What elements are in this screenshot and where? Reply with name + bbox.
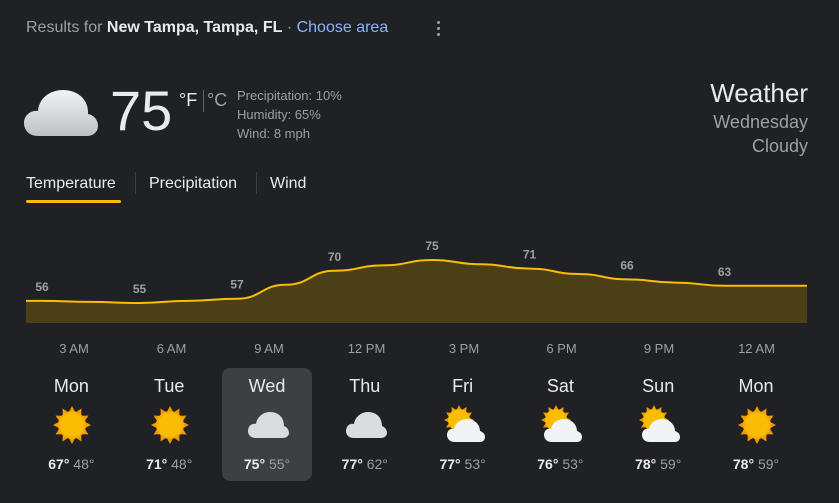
temperature-data-label: 57	[230, 278, 244, 292]
low-temperature: 53°	[464, 456, 486, 472]
partly-cloudy-icon	[638, 404, 681, 446]
day-temperatures: 78° 59°	[613, 456, 703, 472]
temperature-data-label: 71	[523, 248, 537, 262]
wind-detail: Wind: 8 mph	[237, 126, 310, 141]
day-name: Mon	[53, 376, 89, 396]
low-temperature: 59°	[757, 456, 780, 472]
day-name: Sun	[642, 376, 675, 396]
hour-label: 6 AM	[156, 341, 187, 356]
hour-label: 12 PM	[347, 341, 386, 356]
tab-divider	[256, 172, 257, 194]
results-header: Results for New Tampa, Tampa, FL · Choos…	[26, 19, 388, 37]
partly-cloudy-icon	[540, 404, 583, 446]
hour-label: 9 AM	[254, 341, 284, 356]
temperature-data-label: 66	[620, 258, 634, 272]
low-temperature: 55°	[268, 456, 291, 472]
day-temperatures: 67° 48°	[26, 456, 116, 472]
high-temperature: 75°	[243, 456, 266, 472]
day-forecast-mon[interactable]: Mon 78° 59°	[711, 368, 801, 481]
hour-label: 12 AM	[738, 341, 775, 356]
cloudy-icon	[345, 404, 387, 446]
humidity-detail: Humidity: 65%	[237, 107, 321, 122]
day-temperatures: 71° 48°	[124, 456, 214, 472]
day-temperatures: 77° 62°	[320, 456, 410, 472]
day-forecast-sat[interactable]: Sat 76° 53°	[515, 368, 605, 481]
tab-precipitation[interactable]: Precipitation	[149, 175, 237, 193]
temperature-data-label: 63	[718, 265, 732, 279]
hour-label: 3 AM	[59, 341, 89, 356]
hour-label: 6 PM	[546, 341, 577, 356]
high-temperature: 77°	[341, 456, 363, 472]
temperature-data-label: 75	[425, 239, 439, 253]
temperature-chart: 56 55 57 70 75 71 66 63	[26, 239, 807, 323]
low-temperature: 48°	[171, 456, 193, 472]
current-day: Wednesday	[713, 112, 808, 132]
low-temperature: 53°	[562, 456, 584, 472]
day-name: Sat	[546, 376, 574, 396]
day-name: Tue	[154, 376, 185, 396]
weather-title: Weather	[710, 78, 808, 108]
day-name: Wed	[248, 376, 286, 396]
day-temperatures: 76° 53°	[515, 456, 605, 472]
day-forecast-tue[interactable]: Tue 71° 48°	[124, 368, 214, 481]
day-name: Thu	[349, 376, 381, 396]
day-name: Mon	[738, 376, 774, 396]
temperature-data-label: 70	[328, 250, 342, 264]
header-separator: ·	[286, 19, 293, 36]
current-temperature: 75	[110, 79, 173, 142]
hour-label: 9 PM	[643, 341, 675, 356]
choose-area-link[interactable]: Choose area	[297, 19, 389, 36]
high-temperature: 76°	[537, 456, 559, 472]
temperature-data-label: 56	[35, 280, 49, 294]
temperature-data-label: 55	[133, 282, 147, 296]
cloudy-icon	[24, 86, 98, 143]
day-temperatures: 75° 55°	[222, 456, 312, 472]
day-forecast-fri[interactable]: Fri 77° 53°	[418, 368, 508, 481]
day-name: Fri	[452, 376, 474, 396]
precipitation-detail: Precipitation: 10%	[237, 88, 342, 103]
low-temperature: 59°	[660, 456, 682, 472]
tab-temperature[interactable]: Temperature	[26, 175, 116, 193]
unit-fahrenheit-toggle[interactable]: °F	[179, 90, 197, 111]
day-forecast-wed[interactable]: Wed 75° 55°	[222, 368, 312, 481]
tab-wind[interactable]: Wind	[270, 175, 306, 193]
location-name: New Tampa, Tampa, FL	[106, 19, 283, 36]
unit-celsius-toggle[interactable]: °C	[207, 90, 227, 111]
high-temperature: 78°	[635, 456, 657, 472]
tab-divider	[135, 172, 136, 194]
high-temperature: 78°	[732, 456, 755, 472]
day-temperatures: 78° 59°	[711, 456, 801, 472]
high-temperature: 77°	[439, 456, 461, 472]
low-temperature: 62°	[366, 456, 388, 472]
day-forecast-mon[interactable]: Mon 67° 48°	[26, 368, 116, 481]
cloudy-icon	[247, 404, 289, 446]
hour-label: 3 PM	[448, 341, 480, 356]
day-forecast-thu[interactable]: Thu 77° 62°	[320, 368, 410, 481]
sunny-icon	[149, 404, 191, 446]
high-temperature: 67°	[48, 456, 70, 472]
current-condition: Cloudy	[751, 136, 808, 156]
day-forecast-sun[interactable]: Sun 78° 59°	[613, 368, 703, 481]
results-prefix: Results for	[26, 19, 103, 36]
high-temperature: 71°	[146, 456, 168, 472]
partly-cloudy-icon	[443, 404, 485, 446]
sunny-icon	[736, 404, 778, 446]
low-temperature: 48°	[73, 456, 95, 472]
more-vert-icon[interactable]	[428, 18, 448, 40]
day-temperatures: 77° 53°	[418, 456, 508, 472]
unit-divider	[203, 90, 204, 112]
sunny-icon	[51, 404, 93, 446]
selected-tab-indicator	[26, 200, 121, 203]
